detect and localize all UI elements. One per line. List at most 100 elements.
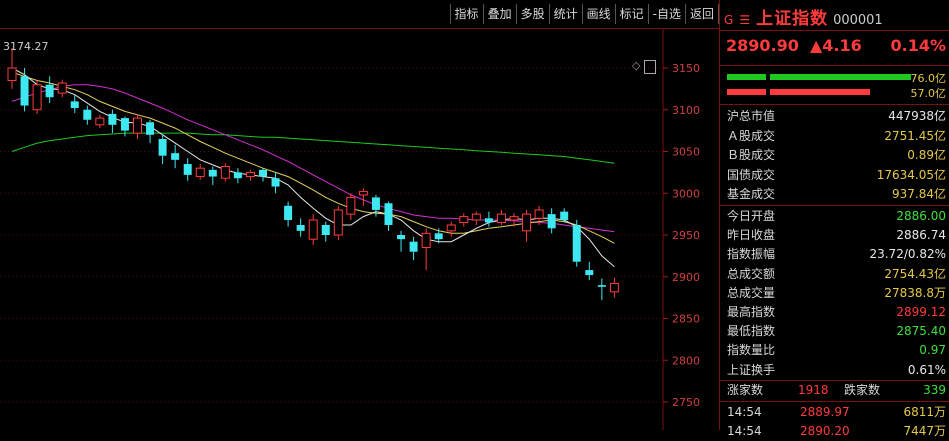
candle-body <box>509 216 519 221</box>
volume-bar <box>727 89 767 95</box>
back-button[interactable]: 返回 <box>684 4 719 24</box>
divider <box>720 205 949 206</box>
mark-button[interactable]: 标记 <box>614 4 648 24</box>
index-code: 000001 <box>833 13 883 28</box>
y-tick-label: 3150 <box>672 62 700 75</box>
ma60-line <box>11 132 615 164</box>
candle-body <box>183 164 192 175</box>
index-row: 今日开盘 2886.00 <box>720 207 949 226</box>
index-row-label: 总成交额 <box>727 266 776 281</box>
tick-price: 2890.20 <box>800 424 850 438</box>
overlay-button[interactable]: 叠加 <box>482 4 516 24</box>
y-tick-label: 2750 <box>672 396 700 409</box>
stat-row-label: Ｂ股成交 <box>727 148 776 162</box>
index-row-label: 最低指数 <box>727 324 776 339</box>
candle-body <box>20 76 29 106</box>
index-row-value: 2899.12 <box>896 305 946 319</box>
index-row-value: 2886.74 <box>896 228 946 243</box>
index-row-value: 2875.40 <box>896 324 946 339</box>
group-badge[interactable]: G <box>724 13 733 27</box>
top-toolbar: 指标 叠加 多股 统计 画线 标记 -自选 返回 <box>0 0 719 29</box>
candle-body <box>259 169 267 177</box>
y-tick-label: 2900 <box>672 271 700 284</box>
divider <box>720 401 949 402</box>
diamond-icon[interactable]: ◇ <box>632 59 640 74</box>
index-row-label: 指数振幅 <box>727 247 776 262</box>
price-change: ▲4.16 <box>810 36 862 55</box>
volume-bar <box>727 74 767 80</box>
kline-svg[interactable]: 3150 3100 3050 3000 2950 2900 2850 2800 2750 3174… <box>0 29 719 430</box>
volume-bar <box>770 74 911 80</box>
candle-body <box>70 101 79 109</box>
indicator-button[interactable]: 指标 <box>449 4 483 24</box>
toolbar-buttons: 指标 叠加 多股 统计 画线 标记 -自选 返回 <box>449 4 719 24</box>
y-tick-label: 2800 <box>672 354 700 367</box>
candle-body <box>333 209 343 236</box>
menu-icon[interactable]: ☰ <box>739 13 750 27</box>
candle-body <box>459 216 469 223</box>
candle-body <box>245 171 255 178</box>
remove-watchlist-button[interactable]: -自选 <box>647 4 685 24</box>
candle-body <box>208 169 217 177</box>
multi-stock-button[interactable]: 多股 <box>515 4 549 24</box>
candle-body <box>32 84 42 111</box>
candle-body <box>271 178 280 187</box>
high-price-label: 3174.27 <box>3 40 49 53</box>
index-row-label: 总成交量 <box>727 285 776 300</box>
candle-body <box>346 196 356 215</box>
stat-row: 基金成交 937.84亿 <box>720 185 949 204</box>
index-row: 总成交量 27838.8万 <box>720 284 949 303</box>
candle-body <box>609 282 619 293</box>
index-row-label: 最高指数 <box>727 305 776 319</box>
kline-chart[interactable]: 3150 3100 3050 3000 2950 2900 2850 2800 2750 3174… <box>0 29 719 430</box>
index-row: 指数量比 0.97 <box>720 341 949 360</box>
index-row: 上证换手 0.61% <box>720 361 949 380</box>
stat-row-label: 国债成交 <box>727 167 776 182</box>
tick-row: 14:54 2889.97 6811万 <box>720 403 949 422</box>
candle-body <box>233 172 242 179</box>
up-count-label: 涨家数 <box>727 383 764 397</box>
statistics-button[interactable]: 统计 <box>548 4 582 24</box>
divider <box>720 104 949 105</box>
index-row-label: 指数量比 <box>727 343 776 358</box>
candle-body <box>496 213 506 223</box>
index-row-value: 2886.00 <box>896 209 946 223</box>
stat-row: Ａ股成交 2751.45亿 <box>720 127 949 146</box>
y-tick-label: 3100 <box>672 104 700 117</box>
candle-body <box>95 117 105 126</box>
index-row-value: 0.97 <box>919 343 946 358</box>
stat-row-value: 447938亿 <box>888 109 946 123</box>
down-count-label: 跌家数 <box>844 383 881 397</box>
candle-body <box>108 113 117 125</box>
candle-body <box>45 84 54 98</box>
up-count: 1918 <box>798 383 829 397</box>
chart-corner-icons: ◇ <box>632 59 657 74</box>
index-row: 指数振幅 23.72/0.82% <box>720 245 949 264</box>
candle-body <box>421 232 431 249</box>
candle-body <box>547 214 556 229</box>
index-row-label: 昨日收盘 <box>727 228 776 243</box>
candle-body <box>522 213 532 232</box>
window-icon[interactable] <box>644 60 657 74</box>
index-row: 总成交额 2754.43亿 <box>720 265 949 284</box>
candle-body <box>296 224 305 231</box>
draw-line-button[interactable]: 画线 <box>581 4 615 24</box>
ticker-header: G ☰ 上证指数 000001 <box>724 4 883 29</box>
tick-volume: 6811万 <box>903 405 946 419</box>
stat-row-value: 937.84亿 <box>892 187 946 201</box>
candle-body <box>597 285 606 287</box>
candle-body <box>434 233 443 240</box>
candle-body <box>471 213 481 221</box>
last-price: 2890.90 <box>726 36 799 55</box>
quote-panel: G ☰ 上证指数 000001 2890.90 ▲4.16 0.14% 涨家数 … <box>719 0 949 438</box>
ma20-line <box>11 84 615 233</box>
index-row-label: 今日开盘 <box>727 209 776 223</box>
stat-row-value: 2751.45亿 <box>884 128 946 143</box>
stat-row: 国债成交 17634.05亿 <box>720 166 949 185</box>
candle-body <box>446 224 456 232</box>
candle-body <box>146 122 155 135</box>
advance-decline-row: 涨家数 1918 跌家数 339 <box>720 381 949 400</box>
tick-time: 14:54 <box>727 405 762 419</box>
candle-body <box>358 191 368 196</box>
stat-row: 沪总市值 447938亿 <box>720 107 949 126</box>
